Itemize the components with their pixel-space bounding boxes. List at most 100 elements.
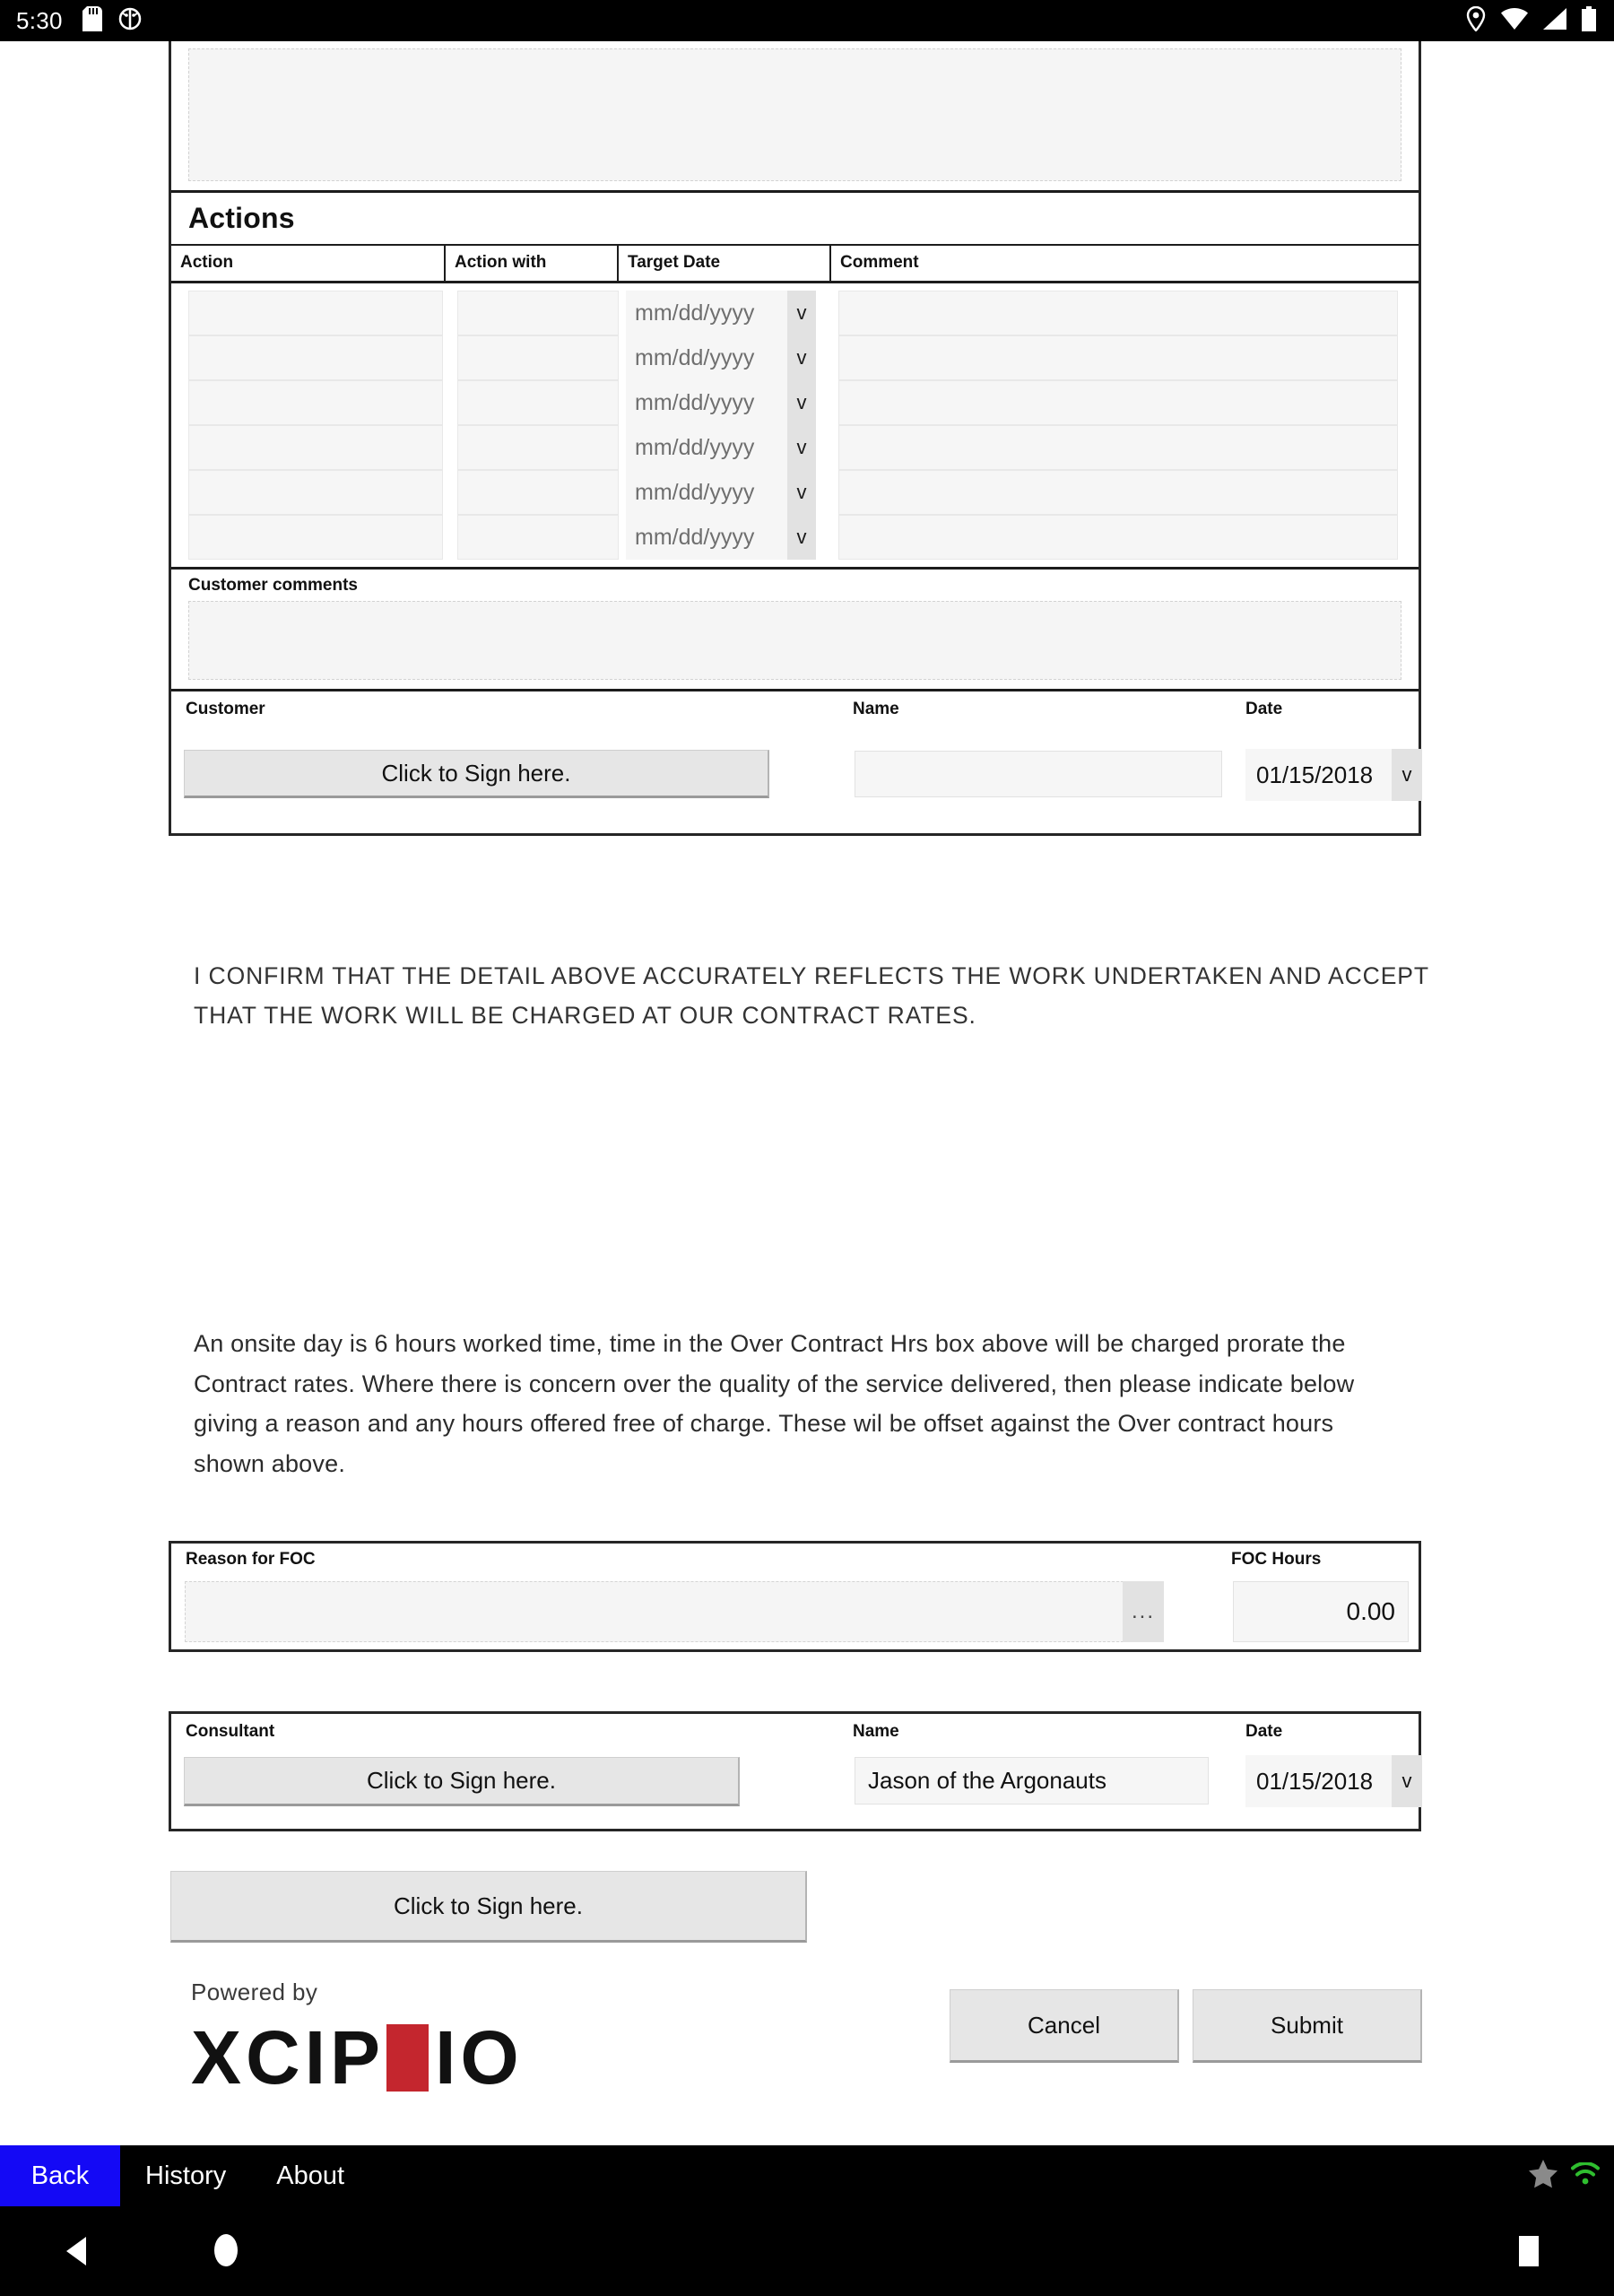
customer-sign-button[interactable]: Click to Sign here. bbox=[184, 750, 769, 798]
actions-col-target-date: Target Date bbox=[618, 246, 831, 283]
top-textarea[interactable] bbox=[188, 48, 1401, 181]
xcipio-logo: XCIP IO bbox=[191, 2020, 524, 2095]
target-date-picker[interactable]: mm/dd/yyyy v bbox=[626, 470, 823, 515]
comment-input[interactable] bbox=[838, 470, 1398, 515]
target-date-input[interactable]: mm/dd/yyyy bbox=[626, 335, 787, 380]
chevron-down-icon[interactable]: v bbox=[1392, 1755, 1422, 1807]
reason-for-foc-label: Reason for FOC bbox=[186, 1550, 316, 1569]
chevron-down-icon[interactable]: v bbox=[787, 470, 816, 515]
action-with-input[interactable] bbox=[457, 291, 619, 335]
actions-section-title: Actions bbox=[188, 202, 295, 234]
customer-comments-label: Customer comments bbox=[188, 576, 358, 595]
foc-hours-label: FOC Hours bbox=[1231, 1550, 1322, 1569]
customer-date-picker[interactable]: 01/15/2018 v bbox=[1245, 749, 1422, 801]
chevron-down-icon[interactable]: v bbox=[787, 291, 816, 335]
comment-input[interactable] bbox=[838, 425, 1398, 470]
nav-about-button[interactable]: About bbox=[251, 2145, 369, 2206]
logo-red-square bbox=[386, 2023, 430, 2092]
target-date-input[interactable]: mm/dd/yyyy bbox=[626, 470, 787, 515]
reason-for-foc-input[interactable] bbox=[185, 1581, 1164, 1642]
chevron-down-icon[interactable]: v bbox=[787, 380, 816, 425]
consultant-date-picker[interactable]: 01/15/2018 v bbox=[1245, 1755, 1422, 1807]
consultant-name-input[interactable]: Jason of the Argonauts bbox=[855, 1757, 1209, 1805]
confirmation-paragraph: I CONFIRM THAT THE DETAIL ABOVE ACCURATE… bbox=[194, 962, 1429, 1029]
target-date-picker[interactable]: mm/dd/yyyy v bbox=[626, 291, 823, 335]
target-date-picker[interactable]: mm/dd/yyyy v bbox=[626, 425, 823, 470]
back-triangle-icon[interactable] bbox=[65, 2237, 88, 2270]
target-date-input[interactable]: mm/dd/yyyy bbox=[626, 515, 787, 560]
status-bar-right-icons bbox=[1466, 5, 1596, 36]
consultant-label: Consultant bbox=[186, 1722, 275, 1741]
powered-by-label: Powered by bbox=[191, 1979, 318, 2005]
additional-sign-button[interactable]: Click to Sign here. bbox=[170, 1871, 807, 1943]
actions-col-action-with: Action with bbox=[445, 246, 619, 283]
consultant-date-input[interactable]: 01/15/2018 bbox=[1245, 1755, 1392, 1807]
top-textarea-wrapper bbox=[171, 41, 1419, 190]
action-with-input[interactable] bbox=[457, 380, 619, 425]
comment-input[interactable] bbox=[838, 515, 1398, 560]
customer-label: Customer bbox=[186, 700, 265, 718]
service-report-form: Actions Action Action with Target Date C… bbox=[169, 41, 1422, 836]
actions-col-action: Action bbox=[171, 246, 446, 283]
target-date-picker[interactable]: mm/dd/yyyy v bbox=[626, 380, 823, 425]
target-date-input[interactable]: mm/dd/yyyy bbox=[626, 425, 787, 470]
reason-expand-button[interactable]: ... bbox=[1123, 1581, 1164, 1642]
comment-input[interactable] bbox=[838, 380, 1398, 425]
foc-section: Reason for FOC FOC Hours ... 0.00 bbox=[169, 1541, 1421, 1652]
comment-input[interactable] bbox=[838, 335, 1398, 380]
action-input[interactable] bbox=[188, 470, 443, 515]
action-with-input[interactable] bbox=[457, 470, 619, 515]
target-date-input[interactable]: mm/dd/yyyy bbox=[626, 291, 787, 335]
action-input[interactable] bbox=[188, 291, 443, 335]
action-with-input[interactable] bbox=[457, 515, 619, 560]
actions-table-header: Action Action with Target Date Comment bbox=[171, 246, 1419, 283]
customer-comments-textarea[interactable] bbox=[188, 601, 1401, 680]
action-with-input[interactable] bbox=[457, 335, 619, 380]
logo-text-part1: XCIP bbox=[191, 2015, 386, 2100]
android-status-bar: 5:30 bbox=[0, 0, 1614, 41]
consultant-date-label: Date bbox=[1245, 1722, 1283, 1741]
android-debug-icon bbox=[118, 7, 142, 35]
chevron-down-icon[interactable]: v bbox=[787, 425, 816, 470]
actions-table-body: mm/dd/yyyy v mm/dd/yyyy v mm/dd/yyyy v m… bbox=[171, 283, 1419, 567]
customer-name-input[interactable] bbox=[855, 751, 1222, 797]
form-scroll-content[interactable]: Actions Action Action with Target Date C… bbox=[0, 41, 1614, 2145]
target-date-input[interactable]: mm/dd/yyyy bbox=[626, 380, 787, 425]
action-input[interactable] bbox=[188, 380, 443, 425]
action-input[interactable] bbox=[188, 425, 443, 470]
action-input[interactable] bbox=[188, 515, 443, 560]
actions-column-comment bbox=[838, 291, 1398, 560]
nav-back-button[interactable]: Back bbox=[0, 2145, 120, 2206]
action-with-input[interactable] bbox=[457, 425, 619, 470]
cancel-button[interactable]: Cancel bbox=[950, 1989, 1179, 2063]
nav-status-icons bbox=[1528, 2145, 1614, 2206]
logo-text-part2: IO bbox=[435, 2015, 524, 2100]
customer-name-label: Name bbox=[853, 700, 899, 718]
customer-date-label: Date bbox=[1245, 700, 1283, 718]
actions-column-target-date: mm/dd/yyyy v mm/dd/yyyy v mm/dd/yyyy v m… bbox=[626, 291, 823, 560]
actions-column-action-with bbox=[457, 291, 619, 560]
home-circle-icon[interactable] bbox=[213, 2233, 239, 2272]
status-bar-clock: 5:30 bbox=[16, 6, 63, 34]
customer-signature-section: Customer Name Date Click to Sign here. 0… bbox=[171, 691, 1422, 833]
foc-hours-input[interactable]: 0.00 bbox=[1233, 1581, 1409, 1642]
location-pin-icon bbox=[1466, 5, 1486, 36]
status-bar-left-icons bbox=[82, 5, 142, 36]
recents-square-icon[interactable] bbox=[1519, 2236, 1539, 2271]
consultant-name-label: Name bbox=[853, 1722, 899, 1741]
customer-date-input[interactable]: 01/15/2018 bbox=[1245, 749, 1392, 801]
android-navigation-bar bbox=[0, 2206, 1614, 2296]
nav-history-button[interactable]: History bbox=[120, 2145, 251, 2206]
star-icon bbox=[1528, 2159, 1558, 2194]
action-input[interactable] bbox=[188, 335, 443, 380]
consultant-sign-button[interactable]: Click to Sign here. bbox=[184, 1757, 740, 1806]
actions-col-comment: Comment bbox=[830, 246, 1419, 283]
target-date-picker[interactable]: mm/dd/yyyy v bbox=[626, 335, 823, 380]
chevron-down-icon[interactable]: v bbox=[787, 515, 816, 560]
chevron-down-icon[interactable]: v bbox=[1392, 749, 1422, 801]
target-date-picker[interactable]: mm/dd/yyyy v bbox=[626, 515, 823, 560]
sd-card-icon bbox=[82, 5, 102, 36]
chevron-down-icon[interactable]: v bbox=[787, 335, 816, 380]
submit-button[interactable]: Submit bbox=[1193, 1989, 1422, 2063]
comment-input[interactable] bbox=[838, 291, 1398, 335]
